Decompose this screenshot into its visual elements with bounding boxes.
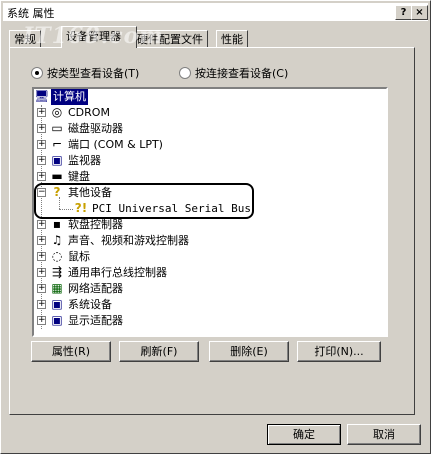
window-title: 系统 属性	[7, 7, 55, 20]
ok-button[interactable]: 确定	[267, 424, 341, 445]
tab-panel	[9, 47, 415, 415]
system-properties-window: 系统 属性 ? × 常规 设备管理器 硬件配置文件 性能 按类型查看设备(T) …	[0, 0, 431, 454]
watermark-logo: IT168.com	[23, 23, 164, 49]
close-button[interactable]: ×	[411, 5, 428, 20]
help-button[interactable]: ?	[395, 5, 412, 20]
tab-performance[interactable]: 性能	[216, 30, 248, 48]
title-bar: 系统 属性 ? ×	[3, 3, 428, 22]
cancel-button[interactable]: 取消	[347, 424, 421, 445]
